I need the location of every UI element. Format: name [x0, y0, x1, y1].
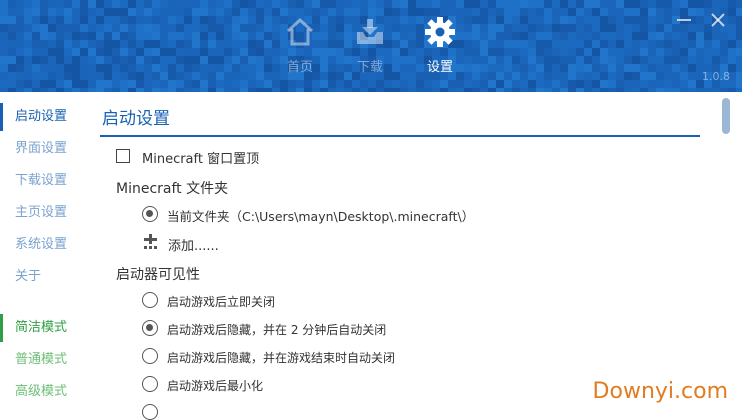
version-label: 1.0.8 — [702, 70, 730, 83]
sidebar-item-simple-mode[interactable]: 简洁模式 — [0, 314, 92, 342]
gear-icon — [425, 17, 455, 47]
sidebar-item-about[interactable]: 关于 — [0, 263, 92, 291]
close-button[interactable] — [708, 10, 728, 30]
visibility-option-hide-timeout[interactable]: 启动游戏后隐藏，并在 2 分钟后自动关闭 — [142, 320, 462, 338]
visibility-option-hide-until-exit[interactable]: 启动游戏后隐藏，并在游戏结束时自动关闭 — [142, 348, 462, 366]
topmost-option[interactable]: Minecraft 窗口置顶 — [116, 148, 416, 167]
folder-option-current[interactable]: 当前文件夹（C:\Users\mayn\Desktop\.minecraft\） — [142, 206, 562, 224]
title-divider — [100, 135, 700, 137]
visibility-radio-partial[interactable] — [142, 404, 158, 420]
sidebar-item-interface-settings[interactable]: 界面设置 — [0, 135, 92, 163]
folder-radio-current[interactable] — [142, 206, 158, 222]
visibility-radio-minimize[interactable] — [142, 376, 158, 392]
tab-settings[interactable]: 设置 — [410, 0, 470, 92]
tab-download-label: 下载 — [356, 60, 383, 75]
scrollbar-thumb[interactable] — [722, 98, 730, 134]
visibility-hide-timeout-label: 启动游戏后隐藏，并在 2 分钟后自动关闭 — [167, 323, 387, 337]
topmost-label: Minecraft 窗口置顶 — [142, 152, 260, 167]
visibility-radio-hide-until-exit[interactable] — [142, 348, 158, 364]
folder-current-label: 当前文件夹（C:\Users\mayn\Desktop\.minecraft\） — [167, 209, 475, 224]
visibility-group-title: 启动器可见性 — [116, 267, 200, 283]
sidebar-item-advanced-mode[interactable]: 高级模式 — [0, 378, 92, 406]
sidebar-item-download-settings[interactable]: 下载设置 — [0, 167, 92, 195]
sidebar-item-home-settings[interactable]: 主页设置 — [0, 199, 92, 227]
settings-panel: 启动设置 Minecraft 窗口置顶 Minecraft 文件夹 当前文件夹（… — [92, 92, 742, 420]
tab-home[interactable]: 首页 — [270, 0, 330, 92]
add-folder-button[interactable]: 添加...... — [142, 233, 282, 254]
add-folder-label: 添加...... — [168, 239, 219, 254]
home-icon — [286, 17, 314, 46]
tab-home-label: 首页 — [286, 60, 313, 75]
sidebar-item-launch-settings[interactable]: 启动设置 — [0, 103, 92, 131]
visibility-radio-close[interactable] — [142, 292, 158, 308]
visibility-close-label: 启动游戏后立即关闭 — [167, 295, 276, 309]
sidebar-item-system-settings[interactable]: 系统设置 — [0, 231, 92, 259]
sidebar-item-normal-mode[interactable]: 普通模式 — [0, 346, 92, 374]
sidebar: 启动设置 界面设置 下载设置 主页设置 系统设置 关于 简洁模式 普通模式 高级… — [0, 92, 92, 416]
visibility-minimize-label: 启动游戏后最小化 — [167, 379, 264, 393]
visibility-option-minimize[interactable]: 启动游戏后最小化 — [142, 376, 442, 394]
topmost-checkbox[interactable] — [116, 149, 130, 163]
header-bar: 首页 下载 设置 1.0.8 — [0, 0, 742, 92]
tab-settings-label: 设置 — [426, 60, 453, 75]
visibility-option-close[interactable]: 启动游戏后立即关闭 — [142, 292, 442, 310]
add-folder-icon — [144, 234, 157, 249]
tab-download[interactable]: 下载 — [340, 0, 400, 92]
watermark: Downyi.com — [592, 379, 728, 404]
visibility-radio-hide-timeout[interactable] — [142, 320, 158, 336]
minimize-button[interactable] — [674, 10, 694, 30]
page-title: 启动设置 — [102, 109, 170, 129]
download-icon — [357, 19, 383, 44]
folder-group-title: Minecraft 文件夹 — [116, 181, 229, 197]
visibility-hide-until-exit-label: 启动游戏后隐藏，并在游戏结束时自动关闭 — [167, 351, 396, 365]
